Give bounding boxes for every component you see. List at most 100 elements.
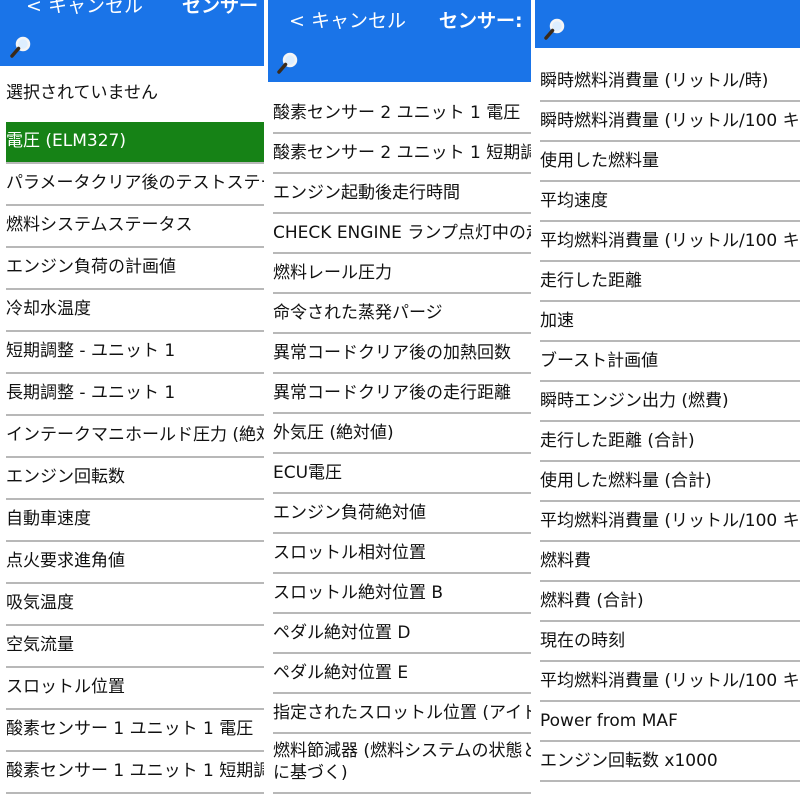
list-item-label: エンジン回転数 x1000 [540,751,718,771]
list-item[interactable]: エンジン起動後走行時間 [273,174,533,214]
search-bar[interactable] [267,44,533,82]
list-item[interactable]: 空気流量 [6,626,266,668]
list-item[interactable]: 燃料システムステータス [6,206,266,248]
list-item[interactable]: 長期調整 - ユニット 1 [6,374,266,416]
list-item[interactable]: 加速 [540,302,800,342]
list-item-label: エンジン回転数 [6,467,125,487]
list-item[interactable]: エンジン負荷絶対値 [273,494,533,534]
list-item-label: 異常コードクリア後の加熱回数 [273,343,511,363]
list-item[interactable]: 燃料費 (合計) [540,582,800,622]
panel-divider [264,0,268,800]
list-item[interactable]: 平均燃料消費量 (リットル/100 キロ) [540,502,800,542]
list-item[interactable]: 平均燃料消費量 (リットル/100 キロ) [540,662,800,702]
list-item[interactable]: 酸素センサー 2 ユニット 1 電圧 [273,94,533,134]
list-item[interactable]: エンジン回転数 [6,458,266,500]
list-item[interactable]: 走行した距離 [540,262,800,302]
list-item[interactable]: 平均燃料消費量 (リットル/100 キロ) [540,222,800,262]
list-item[interactable]: スロットル相対位置 [273,534,533,574]
list-item-label: インテークマニホールド圧力 (絶対値) [6,425,266,445]
list-item-label: 平均燃料消費量 (リットル/100 キロ) [540,511,800,531]
sensor-list: 瞬時燃料消費量 (リットル/時) 瞬時燃料消費量 (リットル/100 キロ) 使… [534,62,800,782]
sensor-list-panel-3: 瞬時燃料消費量 (リットル/時) 瞬時燃料消費量 (リットル/100 キロ) 使… [534,0,800,800]
list-item[interactable]: 使用した燃料量 (合計) [540,462,800,502]
nav-bar: < キャンセル センサー [0,0,266,28]
list-item[interactable]: 外気圧 (絶対値) [273,414,533,454]
list-item[interactable]: 吸気温度 [6,584,266,626]
list-item-label: 酸素センサー 2 ユニット 1 電圧 [273,103,521,123]
list-item-label: Power from MAF [540,711,678,731]
list-item[interactable]: 指定されたスロットル位置 (アイドル) [273,694,533,734]
list-item[interactable]: スロットル位置 [6,668,266,710]
sensor-list: 選択されていません 電圧 (ELM327) パラメータクリア後のテストステータス… [0,74,266,794]
magnifier-icon[interactable] [544,18,566,40]
cancel-button[interactable]: < キャンセル [289,9,406,33]
list-item[interactable]: 酸素センサー 2 ユニット 1 短期調整 [273,134,533,174]
list-item[interactable]: 現在の時刻 [540,622,800,662]
list-item[interactable]: 酸素センサー 1 ユニット 1 電圧 [6,710,266,752]
nav-bar [534,0,800,12]
list-item-label: 平均燃料消費量 (リットル/100 キロ) [540,671,800,691]
list-item-label: 外気圧 (絶対値) [273,423,394,443]
list-item-label: エンジン起動後走行時間 [273,183,460,203]
list-item-label: 短期調整 - ユニット 1 [6,341,176,361]
list-item-label: 燃料節減器 (燃料システムの状態とに基づく) [273,741,533,783]
list-item-label: 燃料レール圧力 [273,263,392,283]
list-item-label: 燃料費 [540,551,591,571]
magnifier-icon[interactable] [277,52,299,74]
list-item-label: ペダル絶対位置 E [273,663,409,683]
list-item[interactable]: 瞬時エンジン出力 (燃費) [540,382,800,422]
list-item[interactable]: ペダル絶対位置 D [273,614,533,654]
list-item-selected[interactable]: 電圧 (ELM327) [6,122,266,164]
list-item-label: 使用した燃料量 (合計) [540,471,712,491]
list-item[interactable]: 燃料節減器 (燃料システムの状態とに基づく) [273,734,533,794]
list-item[interactable]: ブースト計画値 [540,342,800,382]
list-item[interactable]: エンジン負荷の計画値 [6,248,266,290]
magnifier-icon[interactable] [10,36,32,58]
list-item-label: 加速 [540,311,574,331]
list-item[interactable]: 燃料レール圧力 [273,254,533,294]
sensor-list-panel-2: < キャンセル センサー: 酸素センサー 2 ユニット 1 電圧 酸素センサー … [267,0,533,800]
list-item-label: 自動車速度 [6,509,91,529]
list-item[interactable]: 酸素センサー 1 ユニット 1 短期調整 [6,752,266,794]
list-item-label: ECU電圧 [273,463,343,483]
list-item[interactable]: インテークマニホールド圧力 (絶対値) [6,416,266,458]
search-bar[interactable] [534,12,800,48]
list-item[interactable]: 燃料費 [540,542,800,582]
list-item[interactable]: 自動車速度 [6,500,266,542]
list-item-label: スロットル相対位置 [273,543,426,563]
list-item[interactable]: 使用した燃料量 [540,142,800,182]
list-item-label: ブースト計画値 [540,351,659,371]
list-item-label: 命令された蒸発パージ [273,303,443,323]
page-title: センサー [182,0,259,17]
list-item[interactable]: 冷却水温度 [6,290,266,332]
list-item-label: 燃料システムステータス [6,215,193,235]
list-item-label: 点火要求進角値 [6,551,125,571]
list-item-label: 瞬時エンジン出力 (燃費) [540,391,729,411]
list-item-label: 吸気温度 [6,593,74,613]
list-item-label: 使用した燃料量 [540,151,659,171]
list-item[interactable]: ECU電圧 [273,454,533,494]
list-item[interactable]: 命令された蒸発パージ [273,294,533,334]
list-item[interactable]: 瞬時燃料消費量 (リットル/100 キロ) [540,102,800,142]
list-item[interactable]: Power from MAF [540,702,800,742]
list-item[interactable]: 異常コードクリア後の走行距離 [273,374,533,414]
list-item[interactable]: ペダル絶対位置 E [273,654,533,694]
list-item[interactable]: エンジン回転数 x1000 [540,742,800,782]
list-item[interactable]: 平均速度 [540,182,800,222]
list-item-label: 平均燃料消費量 (リットル/100 キロ) [540,231,800,251]
list-item[interactable]: 異常コードクリア後の加熱回数 [273,334,533,374]
search-bar[interactable] [0,28,266,66]
list-item[interactable]: 走行した距離 (合計) [540,422,800,462]
list-item[interactable]: スロットル絶対位置 B [273,574,533,614]
nav-bar: < キャンセル センサー: [267,0,533,44]
sensor-list-panel-1: < キャンセル センサー 選択されていません 電圧 (ELM327) パラメータ… [0,0,266,800]
list-item[interactable]: 短期調整 - ユニット 1 [6,332,266,374]
list-item[interactable]: CHECK ENGINE ランプ点灯中の走行距離 [273,214,533,254]
list-item[interactable]: 点火要求進角値 [6,542,266,584]
list-item[interactable]: 瞬時燃料消費量 (リットル/時) [540,62,800,102]
list-item[interactable]: パラメータクリア後のテストステータス [6,164,266,206]
list-item-label: 平均速度 [540,191,608,211]
panel-divider [531,0,535,800]
cancel-button[interactable]: < キャンセル [26,0,143,18]
list-item[interactable]: 選択されていません [6,74,266,114]
